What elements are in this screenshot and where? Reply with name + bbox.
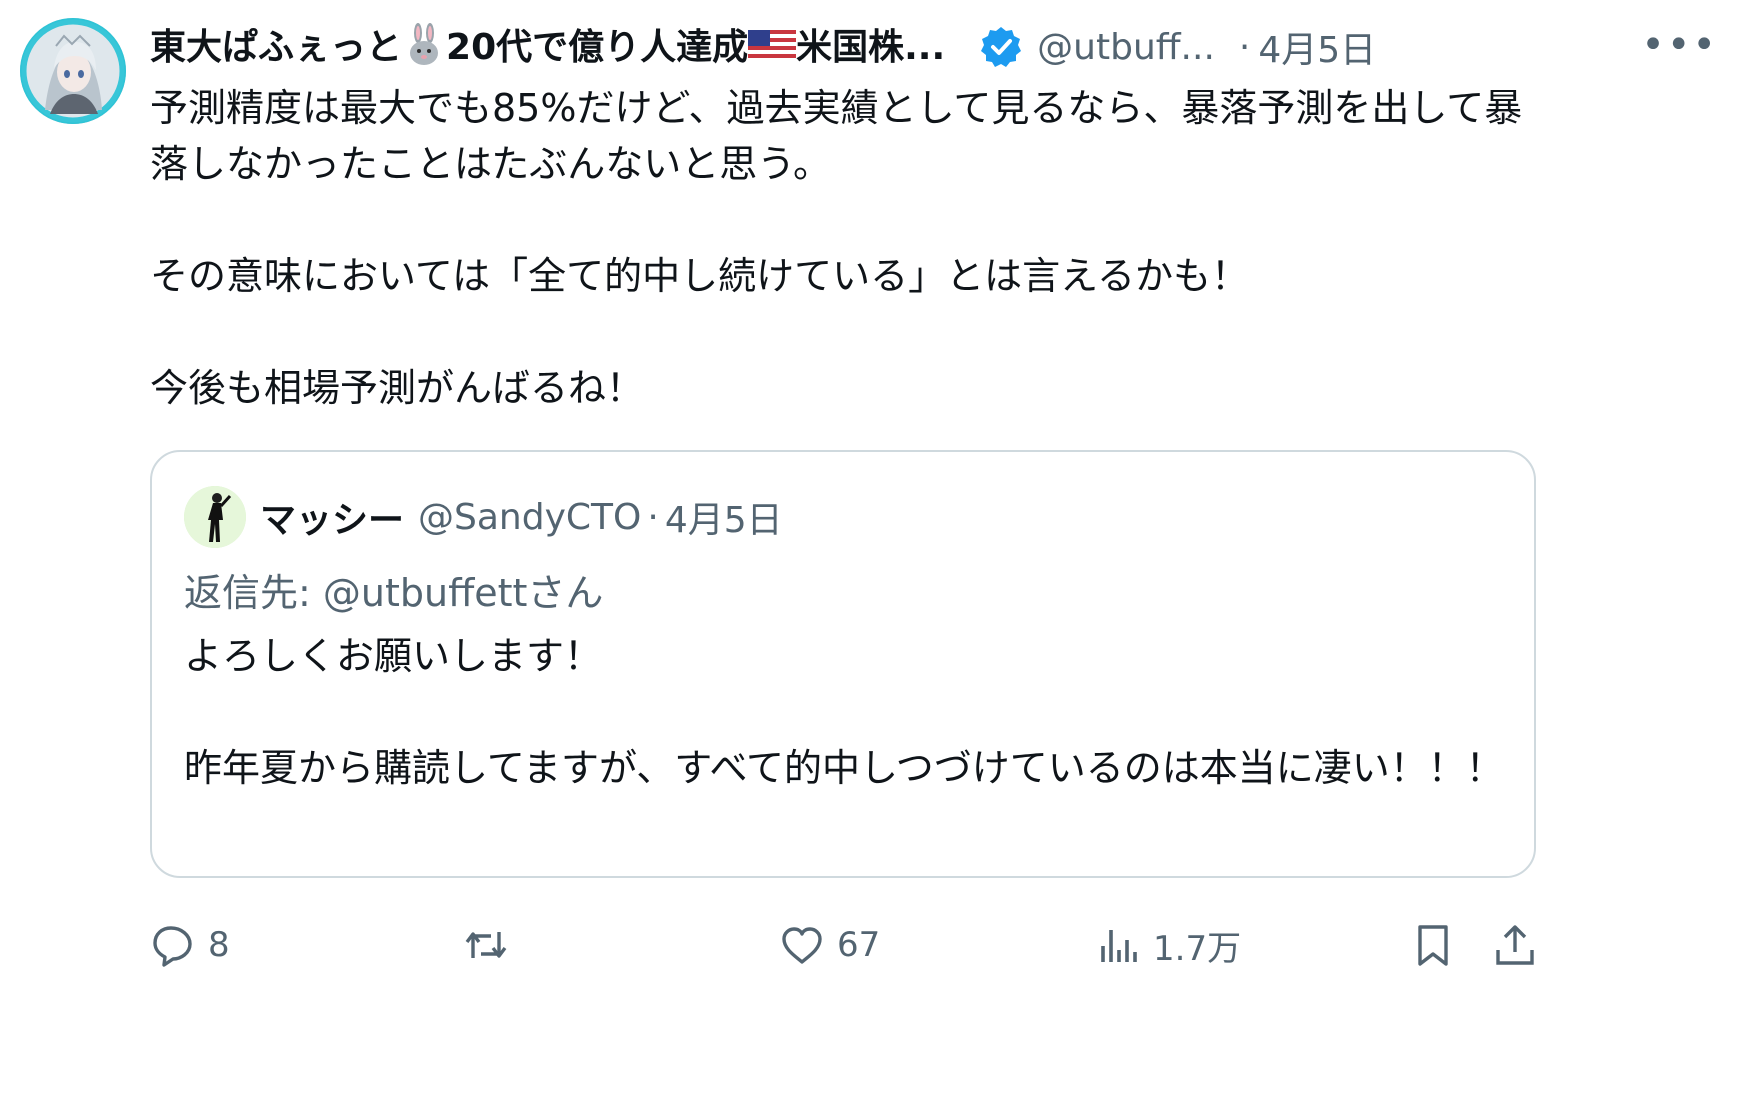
verified-badge-icon[interactable]: [979, 25, 1023, 69]
author-avatar[interactable]: [20, 18, 126, 124]
quoted-paragraph: 昨年夏から購読してますが、すべて的中しつづけているのは本当に凄い！！！: [184, 746, 1504, 790]
reply-to-label[interactable]: 返信先: @utbuffettさん: [184, 562, 603, 617]
quoted-author-avatar[interactable]: [184, 486, 246, 548]
bookmark-button[interactable]: [1410, 915, 1456, 975]
heart-icon: [779, 922, 825, 968]
retweet-icon: [463, 922, 509, 968]
retweet-button[interactable]: [463, 915, 521, 975]
quoted-tweet-header: マッシー @SandyCTO · 4月5日: [184, 484, 783, 550]
like-count: 67: [837, 925, 881, 965]
tweet-date[interactable]: 4月5日: [1258, 21, 1376, 73]
rabbit-emoji-icon: [402, 22, 446, 76]
quoted-tweet-card[interactable]: マッシー @SandyCTO · 4月5日 返信先: @utbuffettさん …: [150, 450, 1536, 878]
bookmark-icon: [1410, 922, 1456, 968]
like-button[interactable]: 67: [779, 915, 880, 975]
tweet-paragraph: その意味においては「全て的中し続けている」とは言えるかも！: [150, 254, 1249, 298]
author-handle[interactable]: @utbuff...: [1037, 27, 1215, 68]
views-count: 1.7万: [1153, 928, 1242, 969]
views-icon: [1095, 922, 1141, 968]
separator-dot: ·: [1238, 26, 1251, 68]
us-flag-emoji-icon: [748, 28, 797, 71]
quoted-tweet-text: よろしくお願いします！ 昨年夏から購読してますが、すべて的中しつづけているのは本…: [184, 628, 1504, 796]
share-button[interactable]: [1492, 915, 1538, 975]
quoted-author-display-name[interactable]: マッシー: [260, 491, 404, 543]
reply-count: 8: [208, 925, 230, 965]
more-options-icon[interactable]: •••: [1641, 22, 1718, 68]
separator-dot: ·: [647, 496, 659, 538]
tweet-header: 東大ぱふぇっと 20代で億り人達成 米国株... @utbuff... · 4月5日…: [150, 22, 1730, 72]
tweet-paragraph: 予測精度は最大でも85%だけど、過去実績として見るなら、暴落予測を出して暴落しな…: [150, 86, 1523, 186]
share-icon: [1492, 922, 1538, 968]
author-display-name[interactable]: 東大ぱふぇっと 20代で億り人達成 米国株...: [150, 18, 945, 76]
quoted-author-handle[interactable]: @SandyCTO: [418, 497, 641, 538]
tweet-text: 予測精度は最大でも85%だけど、過去実績として見るなら、暴落予測を出して暴落しな…: [150, 80, 1530, 416]
reply-button[interactable]: 8: [150, 915, 230, 975]
tweet-action-bar: 8 67 1.7万: [150, 915, 1540, 975]
views-button[interactable]: 1.7万: [1095, 915, 1241, 975]
reply-icon: [150, 922, 196, 968]
quoted-paragraph: よろしくお願いします！: [184, 634, 603, 678]
quoted-tweet-date[interactable]: 4月5日: [665, 491, 783, 543]
tweet-paragraph: 今後も相場予測がんばるね！: [150, 366, 645, 410]
